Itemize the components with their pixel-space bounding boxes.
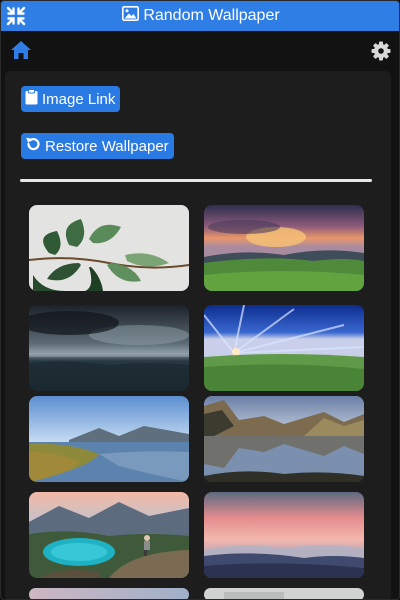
wallpaper-thumbnail[interactable] xyxy=(29,205,189,291)
app-title: Random Wallpaper xyxy=(143,7,280,24)
wallpaper-thumbnail[interactable] xyxy=(29,396,189,482)
title-bar: Random Wallpaper xyxy=(1,1,399,31)
wallpaper-thumbnail[interactable] xyxy=(29,588,189,599)
collapse-arrows-icon[interactable] xyxy=(5,5,27,27)
restore-wallpaper-button[interactable]: Restore Wallpaper xyxy=(21,133,174,159)
wallpaper-thumbnail[interactable] xyxy=(204,305,364,391)
wallpaper-thumbnail[interactable] xyxy=(204,396,364,482)
wallpaper-thumbnail[interactable] xyxy=(29,492,189,578)
image-icon xyxy=(122,6,140,26)
clipboard-icon xyxy=(25,89,38,109)
nav-bar xyxy=(1,31,399,71)
home-icon[interactable] xyxy=(10,40,32,62)
wallpaper-thumbnail[interactable] xyxy=(29,305,189,391)
wallpaper-thumbnail[interactable] xyxy=(204,492,364,578)
divider xyxy=(20,179,372,182)
main-panel: Image Link Restore Wallpaper xyxy=(5,71,391,599)
app-window: Random Wallpaper Image Link Restore Wall… xyxy=(0,0,400,600)
gear-icon[interactable] xyxy=(371,41,391,61)
title-group: Random Wallpaper xyxy=(122,6,280,26)
restore-wallpaper-label: Restore Wallpaper xyxy=(45,137,169,155)
wallpaper-thumbnail[interactable] xyxy=(204,588,364,599)
image-link-button[interactable]: Image Link xyxy=(21,86,120,112)
wallpaper-thumbnail[interactable] xyxy=(204,205,364,291)
undo-icon xyxy=(25,136,41,156)
image-link-label: Image Link xyxy=(42,90,116,108)
